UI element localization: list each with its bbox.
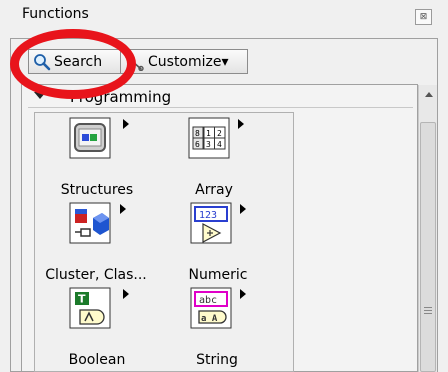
- wrench-icon: [125, 53, 144, 71]
- submenu-arrow-icon: [123, 119, 129, 129]
- structures-icon: [69, 117, 111, 159]
- array-glyph: 1: [206, 129, 211, 138]
- close-button[interactable]: ⊠: [415, 9, 432, 25]
- item-label: Numeric: [188, 267, 248, 283]
- item-label: Cluster, Clas...: [45, 267, 147, 283]
- category-header-programming[interactable]: Programming: [28, 86, 413, 108]
- item-label: String: [196, 352, 238, 368]
- submenu-arrow-icon: [123, 289, 129, 299]
- array-glyph: 6: [195, 140, 200, 149]
- palette-item-cluster[interactable]: Cluster, Clas...: [40, 202, 152, 286]
- array-glyph: 2: [217, 129, 222, 138]
- boolean-icon: T: [69, 287, 111, 329]
- array-glyph: 3: [206, 140, 211, 149]
- scroll-grip-icon: [424, 307, 432, 314]
- string-out-glyph: a A: [201, 314, 218, 324]
- item-label: Boolean: [68, 352, 126, 368]
- boolean-glyph: T: [78, 293, 86, 306]
- palette-item-structures[interactable]: Structures: [52, 117, 142, 201]
- item-label: Structures: [60, 182, 134, 198]
- numeric-glyph: 123: [199, 210, 217, 221]
- palette-item-string[interactable]: abc a A String: [176, 287, 258, 371]
- magnifier-icon: [34, 53, 51, 70]
- item-label: Array: [195, 182, 233, 198]
- array-icon: 8 1 2 6 3 4: [188, 117, 230, 159]
- customize-button-label: Customize▾: [148, 53, 229, 70]
- submenu-arrow-icon: [240, 204, 246, 214]
- submenu-arrow-icon: [120, 204, 126, 214]
- numeric-icon: 123: [190, 202, 232, 244]
- search-button[interactable]: Search: [28, 49, 121, 74]
- string-icon: abc a A: [190, 287, 232, 329]
- close-icon: ⊠: [419, 12, 428, 22]
- functions-palette-window: Functions ⊠ Programming Search Customize…: [0, 0, 448, 372]
- window-title: Functions: [22, 6, 89, 22]
- palette-item-boolean[interactable]: T Boolean: [52, 287, 142, 371]
- palette-item-numeric[interactable]: 123 Numeric: [176, 202, 260, 286]
- scroll-up-arrow-icon[interactable]: [425, 92, 433, 97]
- array-glyph: 8: [195, 129, 200, 138]
- string-glyph: abc: [199, 295, 217, 306]
- submenu-arrow-icon: [238, 119, 244, 129]
- array-glyph: 4: [217, 140, 222, 149]
- search-button-label: Search: [54, 53, 103, 70]
- scrollbar-thumb[interactable]: [420, 122, 436, 372]
- palette-item-array[interactable]: 8 1 2 6 3 4 Array: [174, 117, 254, 201]
- submenu-arrow-icon: [240, 289, 246, 299]
- customize-button[interactable]: Customize▾: [120, 49, 248, 74]
- cluster-icon: [69, 202, 111, 244]
